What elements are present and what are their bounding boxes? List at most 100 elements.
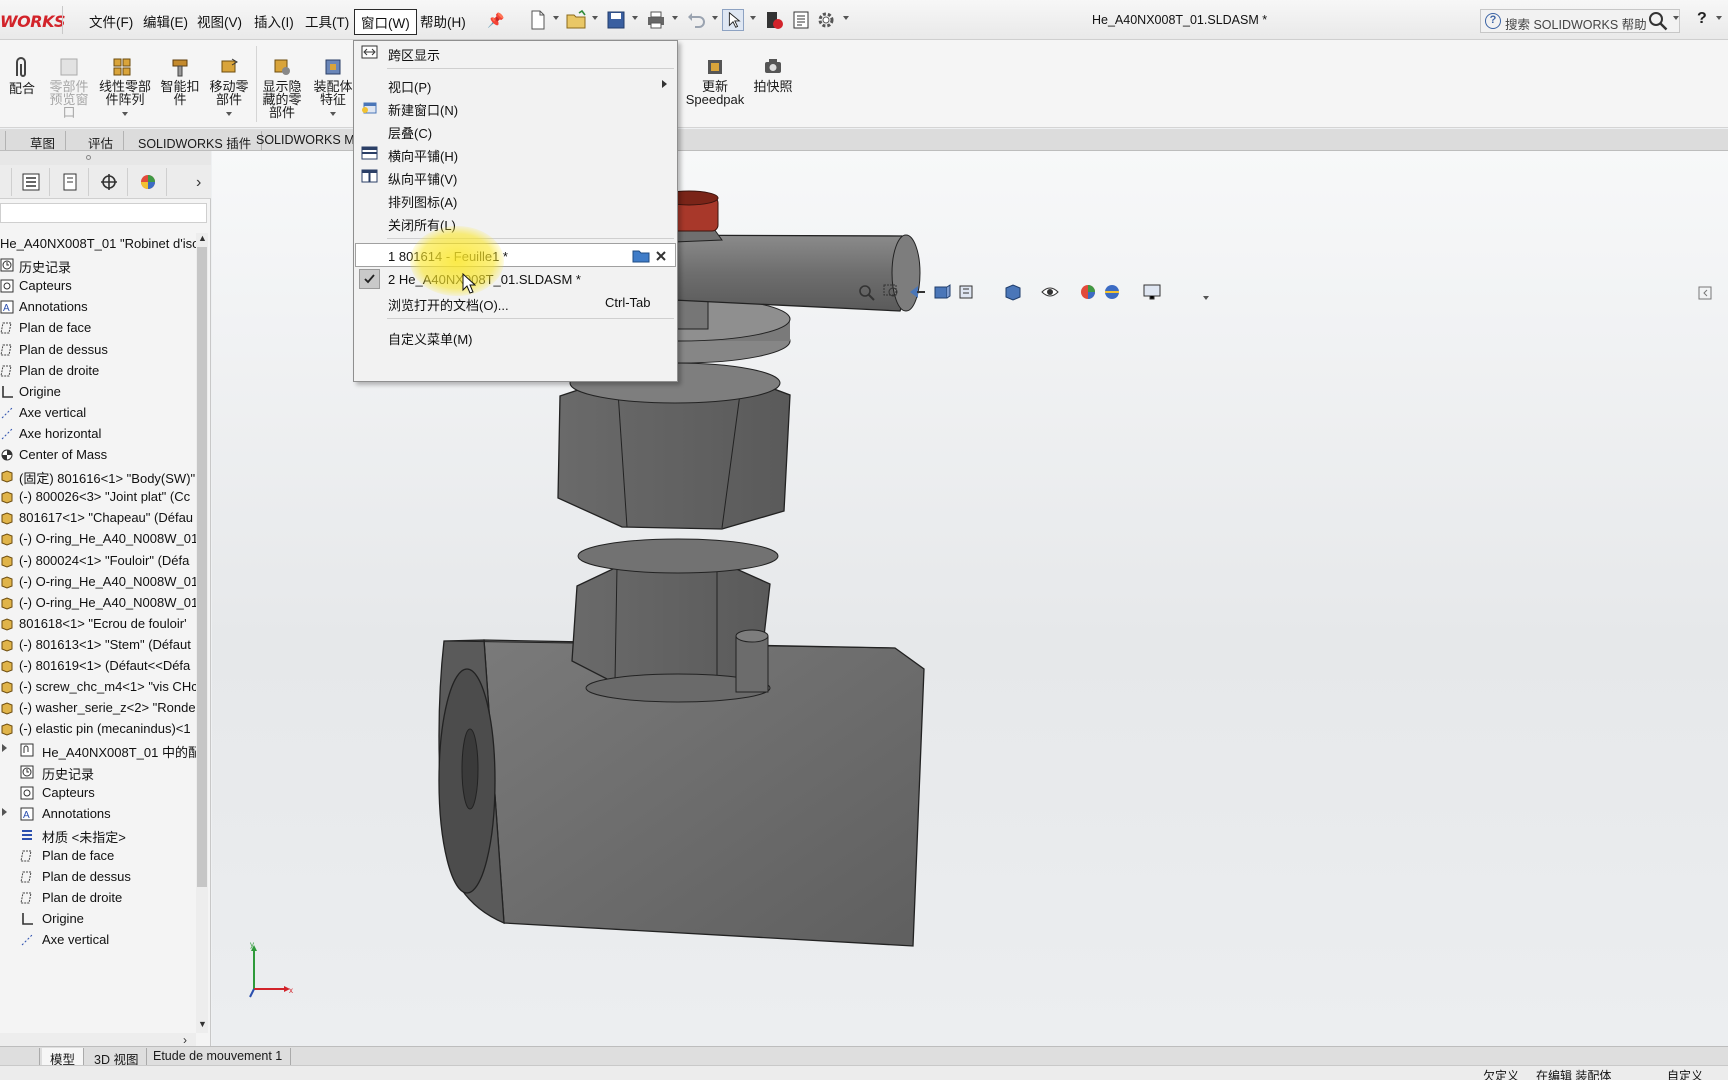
menu-item-close-all[interactable]: 关闭所有(L)	[355, 211, 676, 233]
tab-hidden-left[interactable]	[0, 131, 6, 150]
tree-item[interactable]: (固定) 801616<1> "Body(SW)"	[0, 465, 196, 487]
menu-item-new-window[interactable]: 新建窗口(N)	[355, 96, 676, 118]
print-dropdown-icon[interactable]	[672, 16, 678, 20]
tab-feature-manager[interactable]	[12, 168, 50, 196]
tree-item[interactable]: 801617<1> "Chapeau" (Défau	[0, 507, 196, 529]
tab-property-manager[interactable]	[51, 168, 89, 196]
open-dropdown-icon[interactable]	[592, 16, 598, 20]
tree-item[interactable]: Plan de droite	[0, 887, 196, 909]
tree-item[interactable]: He_A40NX008T_01 中的配·	[0, 739, 196, 761]
tree-item[interactable]: Plan de face	[0, 317, 196, 339]
linear-pattern-dropdown-icon[interactable]	[122, 112, 128, 116]
tree-item[interactable]: A Annotations	[0, 803, 196, 825]
menu-view[interactable]: 视图(V)	[197, 11, 242, 31]
scroll-up-icon[interactable]: ▲	[198, 233, 207, 243]
print-icon[interactable]	[645, 9, 667, 31]
new-document-icon[interactable]	[527, 9, 549, 31]
tree-item[interactable]: 801618<1> "Ecrou de fouloir'	[0, 613, 196, 635]
move-component-dropdown-icon[interactable]	[226, 112, 232, 116]
view-orientation-icon[interactable]	[1002, 283, 1022, 301]
menu-window[interactable]: 窗口(W)	[354, 9, 417, 35]
task-pane-collapse-icon[interactable]	[1698, 286, 1712, 300]
help-dropdown-icon[interactable]	[1716, 16, 1722, 20]
undo-dropdown-icon[interactable]	[712, 16, 718, 20]
tree-item[interactable]: (-) O-ring_He_A40_N008W_01-	[0, 528, 196, 550]
options-dropdown-icon[interactable]	[843, 16, 849, 20]
tree-item[interactable]: (-) screw_chc_m4<1> "vis CHc	[0, 676, 196, 698]
menu-item-cascade[interactable]: 层叠(C)	[355, 119, 676, 141]
menu-item-document-2[interactable]: 2 He_A40NX008T_01.SLDASM *	[355, 268, 676, 290]
tree-item[interactable]: Plan de droite	[0, 360, 196, 382]
view-orientation-dropdown-icon[interactable]	[1203, 296, 1209, 300]
open-folder-icon[interactable]	[632, 249, 650, 263]
menu-item-viewport[interactable]: 视口(P)	[355, 73, 676, 95]
previous-view-icon[interactable]	[907, 283, 927, 301]
tree-item[interactable]: Origine	[0, 908, 196, 930]
hide-show-items-icon[interactable]	[1040, 283, 1060, 301]
tree-item[interactable]: He_A40NX008T_01 "Robinet d'isol	[0, 233, 196, 255]
tree-item[interactable]: Axe horizontal	[0, 423, 196, 445]
tree-item[interactable]: (-) 800024<1> "Fouloir" (Défa	[0, 550, 196, 572]
tree-item[interactable]: 历史记录	[0, 761, 196, 783]
view-settings-monitor-icon[interactable]	[1142, 283, 1162, 301]
tree-item[interactable]: Capteurs	[0, 275, 196, 297]
save-dropdown-icon[interactable]	[632, 16, 638, 20]
save-icon[interactable]	[605, 9, 627, 31]
tab-configuration-manager[interactable]	[90, 168, 128, 196]
assembly-features-button[interactable]: 装配体 特征	[310, 40, 356, 128]
linear-pattern-button[interactable]: 线性零部 件阵列	[95, 40, 155, 128]
tree-item[interactable]: (-) O-ring_He_A40_N008W_01-	[0, 571, 196, 593]
expand-arrow-icon[interactable]	[2, 744, 7, 753]
tree-item[interactable]: 材质 <未指定>	[0, 824, 196, 846]
tab-partial-left[interactable]	[0, 168, 12, 196]
panel-grip[interactable]	[0, 151, 211, 165]
status-units[interactable]: 自定义	[1667, 1067, 1703, 1080]
close-icon[interactable]	[654, 249, 668, 263]
dynamic-annotation-icon[interactable]	[957, 283, 977, 301]
menu-item-arrange-icons[interactable]: 排列图标(A)	[355, 188, 676, 210]
options-gear-icon[interactable]	[815, 9, 837, 31]
menu-item-customize-menu[interactable]: 自定义菜单(M)	[355, 325, 676, 347]
menu-help[interactable]: 帮助(H)	[420, 11, 466, 31]
open-folder-icon[interactable]	[565, 9, 587, 31]
smart-fasteners-button[interactable]: 智能扣 件	[158, 40, 202, 128]
tab-display-manager[interactable]	[129, 168, 167, 196]
undo-icon[interactable]	[685, 9, 707, 31]
tab-3d-view[interactable]: 3D 视图	[86, 1048, 148, 1067]
expand-arrow-icon[interactable]	[2, 807, 7, 816]
select-dropdown-icon[interactable]	[750, 16, 756, 20]
update-speedpak-button[interactable]: 更新 Speedpak	[683, 40, 747, 128]
tree-item[interactable]: Plan de dessus	[0, 866, 196, 888]
apply-scene-icon[interactable]	[1102, 283, 1122, 301]
tree-item[interactable]: (-) 801613<1> "Stem" (Défaut	[0, 634, 196, 656]
tree-item[interactable]: Plan de face	[0, 845, 196, 867]
help-button[interactable]: ?	[1697, 10, 1707, 28]
file-properties-icon[interactable]	[790, 9, 812, 31]
menu-edit[interactable]: 编辑(E)	[143, 11, 188, 31]
menu-item-browse-documents[interactable]: 浏览打开的文档(O)... Ctrl-Tab	[355, 291, 676, 313]
tree-item[interactable]: Plan de dessus	[0, 339, 196, 361]
mate-button[interactable]: 配合	[6, 40, 38, 128]
tree-item[interactable]: Axe vertical	[0, 402, 196, 424]
menu-item-document-1[interactable]: 1 801614 - Feuille1 *	[355, 243, 676, 267]
search-dropdown-icon[interactable]	[1673, 16, 1679, 20]
tab-sketch[interactable]: 草图	[20, 131, 67, 151]
menu-item-span-display[interactable]: 跨区显示	[355, 41, 676, 63]
menu-item-tile-vertical[interactable]: 纵向平铺(V)	[355, 165, 676, 187]
section-view-icon[interactable]	[932, 283, 952, 301]
tree-item[interactable]: (-) elastic pin (mecanindus)<1	[0, 718, 196, 740]
show-hidden-components-button[interactable]: 显示隐 藏的零 部件	[259, 40, 305, 128]
menu-insert[interactable]: 插入(I)	[254, 11, 294, 31]
search-icon[interactable]	[1648, 11, 1668, 31]
tab-motion-study[interactable]: Etude de mouvement 1	[145, 1048, 292, 1065]
zoom-to-fit-icon[interactable]	[857, 283, 877, 301]
rebuild-icon[interactable]	[763, 9, 785, 31]
take-snapshot-button[interactable]: 拍快照	[750, 40, 796, 128]
move-component-button[interactable]: 移动零 部件	[205, 40, 253, 128]
menu-file[interactable]: 文件(F)	[89, 11, 133, 31]
feature-tree-scrollbar[interactable]: ▲ ▼	[196, 233, 208, 1033]
assembly-features-dropdown-icon[interactable]	[330, 112, 336, 116]
tree-item[interactable]: (-) 800026<3> "Joint plat" (Cc	[0, 486, 196, 508]
tree-item[interactable]: Center of Mass	[0, 444, 196, 466]
new-dropdown-icon[interactable]	[553, 16, 559, 20]
